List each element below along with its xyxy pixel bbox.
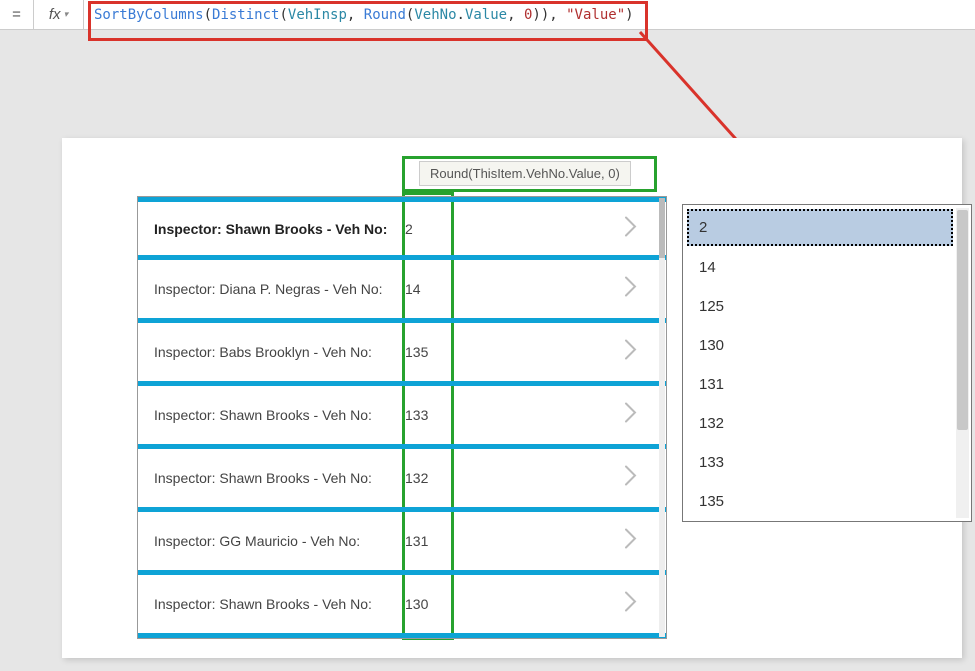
gallery-row-label: Inspector: Shawn Brooks - Veh No:: [138, 596, 393, 612]
tok-dot: .: [457, 7, 465, 23]
chevron-right-icon[interactable]: [624, 276, 638, 303]
gallery-row-number: 132: [393, 470, 443, 486]
gallery-row[interactable]: Inspector: Shawn Brooks - Veh No:132: [138, 449, 666, 512]
listbox-item[interactable]: 135: [687, 482, 953, 517]
equals-label: =: [0, 0, 34, 29]
gallery-row[interactable]: Inspector: GG Mauricio - Veh No:131: [138, 512, 666, 575]
chevron-right-icon[interactable]: [624, 465, 638, 492]
tok-zero: 0: [524, 7, 532, 23]
gallery-row-label: Inspector: GG Mauricio - Veh No:: [138, 533, 393, 549]
fx-label: fx: [49, 6, 61, 23]
chevron-right-icon[interactable]: [624, 402, 638, 429]
gallery-row-number: 130: [393, 596, 443, 612]
tok-c3: ,: [549, 7, 566, 23]
gallery-row-label: Inspector: Shawn Brooks - Veh No:: [138, 407, 393, 423]
fx-dropdown[interactable]: fx ▾: [34, 0, 84, 29]
gallery-row[interactable]: Inspector: Shawn Brooks - Veh No:133: [138, 386, 666, 449]
tok-vehno: VehNo: [414, 7, 456, 23]
gallery-row[interactable]: Inspector: Diana P. Negras - Veh No:14: [138, 260, 666, 323]
tok-p4: )): [532, 7, 549, 23]
gallery-row[interactable]: Inspector: Shawn Brooks - Veh No:130: [138, 575, 666, 638]
gallery-row-label: Inspector: Diana P. Negras - Veh No:: [138, 281, 393, 297]
chevron-right-icon[interactable]: [624, 215, 638, 242]
listbox-scrollbar[interactable]: [956, 208, 969, 518]
formula-input[interactable]: SortByColumns(Distinct(VehInsp, Round(Ve…: [84, 0, 975, 29]
gallery-row-number: 2: [393, 221, 443, 237]
column-formula-tooltip: Round(ThisItem.VehNo.Value, 0): [419, 161, 631, 186]
tok-vehinsp: VehInsp: [288, 7, 347, 23]
listbox-item[interactable]: 14: [687, 248, 953, 287]
gallery-scroll-thumb[interactable]: [659, 198, 665, 258]
listbox-scroll-thumb[interactable]: [957, 210, 968, 430]
gallery-row-number: 133: [393, 407, 443, 423]
tok-distinct: Distinct: [212, 7, 279, 23]
tok-c2: ,: [507, 7, 524, 23]
gallery-row-number: 131: [393, 533, 443, 549]
chevron-right-icon[interactable]: [624, 591, 638, 618]
tok-sortby: SortByColumns: [94, 7, 204, 23]
chevron-down-icon: ▾: [64, 9, 69, 20]
listbox-item[interactable]: 130: [687, 326, 953, 365]
gallery-row-label: Inspector: Shawn Brooks - Veh No:: [138, 221, 393, 237]
chevron-right-icon[interactable]: [624, 339, 638, 366]
tok-strval: "Value": [566, 7, 625, 23]
tok-c1: ,: [347, 7, 364, 23]
canvas: Round(ThisItem.VehNo.Value, 0) Inspector…: [62, 138, 962, 658]
gallery-row[interactable]: Inspector: Shawn Brooks - Veh No:2: [138, 197, 666, 260]
tok-value: Value: [465, 7, 507, 23]
chevron-right-icon[interactable]: [624, 528, 638, 555]
listbox-item[interactable]: 133: [687, 443, 953, 482]
listbox-item[interactable]: 132: [687, 404, 953, 443]
tok-p3: (: [406, 7, 414, 23]
listbox-item[interactable]: 131: [687, 365, 953, 404]
gallery-control[interactable]: Inspector: Shawn Brooks - Veh No:2Inspec…: [137, 196, 667, 639]
listbox-item[interactable]: 125: [687, 287, 953, 326]
listbox-item-selected[interactable]: 2: [687, 209, 953, 246]
tok-round: Round: [364, 7, 406, 23]
gallery-row-label: Inspector: Babs Brooklyn - Veh No:: [138, 344, 393, 360]
gallery-row-number: 14: [393, 281, 443, 297]
gallery-scrollbar[interactable]: [659, 198, 665, 637]
gallery-row[interactable]: Inspector: Babs Brooklyn - Veh No:135: [138, 323, 666, 386]
formula-bar: = fx ▾ SortByColumns(Distinct(VehInsp, R…: [0, 0, 975, 30]
gallery-row-label: Inspector: Shawn Brooks - Veh No:: [138, 470, 393, 486]
gallery-row-number: 135: [393, 344, 443, 360]
tok-p5: ): [625, 7, 633, 23]
tok-p1: (: [204, 7, 212, 23]
tok-p2: (: [279, 7, 287, 23]
listbox-control[interactable]: 214125130131132133135: [682, 204, 972, 522]
